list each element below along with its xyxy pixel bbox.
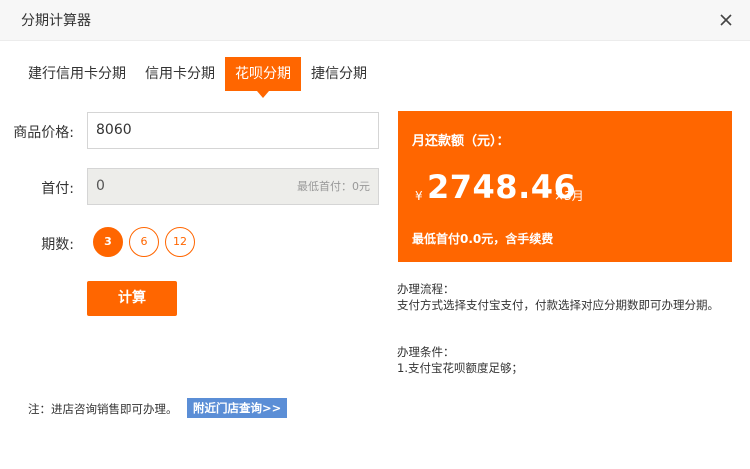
result-note: 最低首付0.0元，含手续费 [412,232,554,246]
nearby-store-link[interactable]: 附近门店查询>> [187,398,288,418]
dialog-titlebar: 分期计算器 [0,0,750,41]
price-input[interactable]: 8060 [87,112,379,149]
process-text: 支付方式选择支付宝支付，付款选择对应分期数即可办理分期。 [397,298,719,312]
calculate-button[interactable]: 计算 [87,281,177,316]
currency-symbol: ¥ [415,189,423,203]
down-payment-input[interactable]: 0 最低首付：0元 [87,168,379,205]
result-panel: 月还款额（元）： ¥ 2748.46 ×3月 最低首付0.0元，含手续费 [398,111,732,262]
tab-ccb-credit-card[interactable]: 建行信用卡分期 [28,57,126,91]
tab-jiexin[interactable]: 捷信分期 [311,57,367,91]
periods-label: 期数: [41,237,74,253]
period-option-12[interactable]: 12 [165,227,195,257]
period-option-3[interactable]: 3 [93,227,123,257]
min-down-payment-hint: 最低首付：0元 [297,180,370,193]
footer-note: 注：进店咨询销售即可办理。 [28,402,178,416]
period-option-6[interactable]: 6 [129,227,159,257]
process-heading: 办理流程： [397,282,455,296]
conditions-section: 办理条件： 1.支付宝花呗额度足够； [397,344,727,376]
conditions-text: 1.支付宝花呗额度足够； [397,361,523,375]
dialog-title: 分期计算器 [21,13,91,29]
process-section: 办理流程： 支付方式选择支付宝支付，付款选择对应分期数即可办理分期。 [397,281,727,313]
tab-huabei[interactable]: 花呗分期 [225,57,301,98]
close-icon[interactable] [716,10,736,30]
price-label: 商品价格: [13,125,74,141]
conditions-heading: 办理条件： [397,345,455,359]
period-multiplier: ×3月 [554,189,584,203]
monthly-payment-title: 月还款额（元）： [412,134,510,149]
down-payment-label: 首付: [41,181,74,197]
down-payment-value: 0 [96,178,105,194]
tab-credit-card[interactable]: 信用卡分期 [145,57,215,91]
